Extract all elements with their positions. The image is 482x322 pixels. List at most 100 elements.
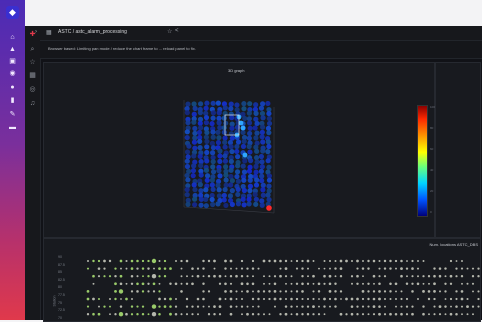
station-dot xyxy=(151,258,157,264)
cube-point xyxy=(197,101,204,107)
station-dot xyxy=(246,275,249,278)
station-dot xyxy=(279,259,282,263)
station-dot xyxy=(240,297,244,301)
station-dot xyxy=(389,312,392,316)
station-dot xyxy=(174,312,178,316)
station-dot xyxy=(213,274,216,278)
cube-point xyxy=(197,110,203,116)
station-dot xyxy=(163,297,167,301)
station-dot xyxy=(383,259,387,263)
panel-title: 3D graph xyxy=(228,68,245,73)
station-dot xyxy=(103,275,106,278)
panel-station-scatter[interactable]: Num. locations ASTC_DBS Station 90 87.5 85… xyxy=(43,238,481,322)
cube-point xyxy=(191,182,197,188)
pin-icon[interactable]: ✎ xyxy=(9,111,16,118)
star-icon[interactable]: ☆ xyxy=(29,59,36,66)
camera-icon[interactable]: ◉ xyxy=(9,70,16,77)
bell-icon[interactable]: ♫ xyxy=(29,100,36,107)
cube-point xyxy=(228,105,234,112)
station-dot xyxy=(427,290,431,293)
cube-point xyxy=(223,164,229,170)
bell-icon[interactable]: ● xyxy=(9,84,16,91)
station-dot xyxy=(158,312,161,316)
station-dot xyxy=(257,305,260,308)
cube-point xyxy=(192,130,198,136)
station-dot xyxy=(114,274,117,278)
search-icon[interactable]: ⌕ xyxy=(29,46,36,53)
station-dot xyxy=(158,282,161,285)
station-dot xyxy=(169,312,172,316)
dashboards-icon[interactable]: ▦ xyxy=(46,29,52,36)
cube-point xyxy=(197,182,203,188)
dashboard-icon[interactable]: ▣ xyxy=(9,58,16,65)
station-dot xyxy=(141,259,145,263)
station-dot xyxy=(114,290,117,293)
cube-point xyxy=(240,163,246,169)
station-dot xyxy=(323,282,326,285)
cube-point xyxy=(217,173,223,179)
station-dot xyxy=(136,282,139,286)
station-dot xyxy=(285,282,287,285)
star-icon[interactable]: ☆ xyxy=(167,28,172,35)
station-dot xyxy=(158,260,161,262)
station-dot xyxy=(86,297,90,301)
station-dot xyxy=(433,267,436,270)
cube-point xyxy=(223,120,229,126)
grid-icon[interactable]: ▬ xyxy=(9,124,16,131)
cube-point xyxy=(253,163,259,170)
station-dot xyxy=(444,298,447,300)
station-dot xyxy=(136,267,139,270)
cube-point xyxy=(191,101,197,107)
y-tick: 72.5 xyxy=(58,308,65,313)
cube-point xyxy=(190,168,197,174)
cube-point xyxy=(191,119,197,125)
station-dot xyxy=(136,259,139,263)
station-dot xyxy=(400,267,403,270)
apps-icon[interactable]: ▦ xyxy=(29,72,36,79)
station-dot xyxy=(103,305,106,308)
station-dot xyxy=(279,267,282,270)
cube-point xyxy=(229,148,235,155)
cube-point xyxy=(185,154,191,160)
station-dot xyxy=(367,305,370,308)
cube-point xyxy=(216,115,222,121)
compass-icon[interactable]: ◎ xyxy=(29,86,36,93)
cube-point xyxy=(234,169,241,175)
cube-point xyxy=(253,110,259,116)
cube-point xyxy=(234,173,240,180)
station-dot xyxy=(158,275,161,278)
station-dot xyxy=(191,313,194,316)
cube-point xyxy=(210,145,217,151)
app-logo-icon[interactable]: ◆ xyxy=(6,6,19,19)
station-dot xyxy=(438,313,442,316)
alert-icon[interactable]: ▲ xyxy=(9,46,16,53)
panel-side[interactable] xyxy=(435,62,481,238)
station-dot xyxy=(229,312,233,316)
station-dot xyxy=(118,312,124,317)
cube-point xyxy=(209,121,215,127)
cube-scatter[interactable] xyxy=(179,95,279,217)
station-dot xyxy=(207,290,211,293)
home-icon[interactable]: ⌂ xyxy=(9,34,16,41)
station-dot xyxy=(427,275,431,278)
share-icon[interactable]: < xyxy=(175,28,179,34)
station-dot xyxy=(174,282,178,286)
station-dot xyxy=(450,305,452,308)
expand-icon[interactable]: › xyxy=(35,29,37,35)
station-dot xyxy=(328,259,332,263)
panel-3d-graph[interactable]: 3D graph 100 80 60 40 20 0 xyxy=(43,62,435,238)
cube-point xyxy=(253,196,259,202)
breadcrumb[interactable]: ASTC / astc_alarm_processing xyxy=(58,29,127,35)
station-dot xyxy=(378,282,381,286)
cube-point xyxy=(254,159,260,165)
station-dot xyxy=(301,297,304,301)
station-dot xyxy=(389,298,392,300)
book-icon[interactable]: ▮ xyxy=(9,97,16,104)
station-dots[interactable] xyxy=(84,257,482,317)
cube-point xyxy=(258,153,265,160)
station-dot xyxy=(180,313,183,316)
station-dot xyxy=(361,290,365,293)
station-dot xyxy=(92,259,95,263)
cube-point xyxy=(192,187,198,193)
y-tick: 85 xyxy=(58,270,62,275)
